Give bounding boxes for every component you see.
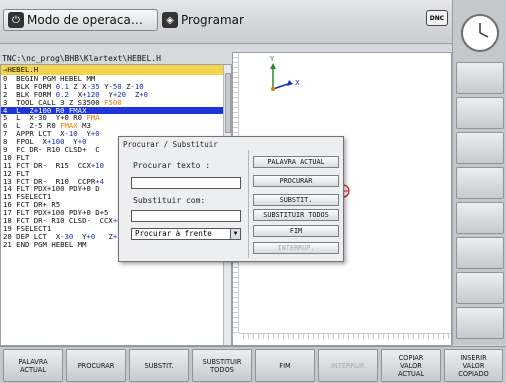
- vertical-softkey-5[interactable]: [456, 202, 504, 234]
- softkey-search[interactable]: PROCURAR: [66, 349, 126, 382]
- programming-mode-icon: ◈: [162, 12, 178, 28]
- replace-input[interactable]: [131, 210, 241, 222]
- softkey-replace[interactable]: SUBSTIT.: [129, 349, 189, 382]
- softkey-copy-actual-value[interactable]: COPIAR VALOR ACTUAL: [381, 349, 441, 382]
- dialog-title: Procurar / Substituir: [123, 140, 218, 149]
- search-label: Procurar texto :: [133, 161, 211, 170]
- softkey-replace-all[interactable]: SUBSTITUIR TODOS: [192, 349, 252, 382]
- replace-label: Substituir com:: [133, 196, 206, 205]
- chevron-down-icon[interactable]: ▼: [230, 229, 240, 239]
- search-input[interactable]: [131, 177, 241, 189]
- softkey-insert-copied-value[interactable]: INSERIR VALOR COPIADO: [444, 349, 503, 382]
- machine-mode-tab[interactable]: ⏻ Modo de operaca…: [3, 9, 158, 31]
- softkey-current-word[interactable]: PALAVRA ACTUAL: [3, 349, 63, 382]
- softkey-interrupt: INTERRUP.: [318, 349, 378, 382]
- vertical-softkey-1[interactable]: [456, 62, 504, 94]
- y-axis-label: Y: [270, 55, 275, 63]
- mode-bar: ⏻ Modo de operaca… ◈ Programar DNC: [0, 0, 452, 44]
- machine-mode-label: Modo de operaca…: [27, 13, 143, 27]
- replace-button[interactable]: SUBSTIT.: [253, 194, 339, 206]
- program-path: TNC:\nc_prog\BHB\Klartext\HEBEL.H: [2, 54, 161, 63]
- dialog-divider: [248, 150, 249, 258]
- direction-select[interactable]: Procurar à frente ▼: [131, 228, 241, 240]
- search-button[interactable]: PROCURAR: [253, 175, 339, 187]
- vertical-softkey-7[interactable]: [456, 272, 504, 304]
- interrupt-button: INTERRUP.: [253, 242, 339, 254]
- vertical-softkey-3[interactable]: [456, 132, 504, 164]
- horizontal-softkey-bar: PALAVRA ACTUAL PROCURAR SUBSTIT. SUBSTIT…: [0, 346, 506, 383]
- vertical-softkey-4[interactable]: [456, 167, 504, 199]
- programming-mode-label: Programar: [181, 13, 244, 27]
- dnc-icon: DNC: [426, 10, 448, 26]
- find-replace-dialog: Procurar / Substituir Procurar texto : S…: [118, 136, 344, 262]
- clock-icon: [461, 14, 499, 52]
- x-axis-label: X: [295, 79, 300, 87]
- programming-mode-tab[interactable]: ◈ Programar: [160, 9, 295, 31]
- end-button[interactable]: FIM: [253, 225, 339, 237]
- vertical-softkey-6[interactable]: [456, 237, 504, 269]
- machine-mode-icon: ⏻: [8, 12, 24, 28]
- vertical-softkey-bar: [452, 0, 506, 345]
- current-word-button[interactable]: PALAVRA ACTUAL: [253, 156, 339, 168]
- softkey-end[interactable]: FIM: [255, 349, 315, 382]
- vertical-softkey-8[interactable]: [456, 307, 504, 339]
- vertical-softkey-2[interactable]: [456, 97, 504, 129]
- scrollbar-thumb[interactable]: [225, 73, 231, 133]
- replace-all-button[interactable]: SUBSTITUIR TODOS: [253, 209, 339, 221]
- direction-value: Procurar à frente: [135, 229, 212, 238]
